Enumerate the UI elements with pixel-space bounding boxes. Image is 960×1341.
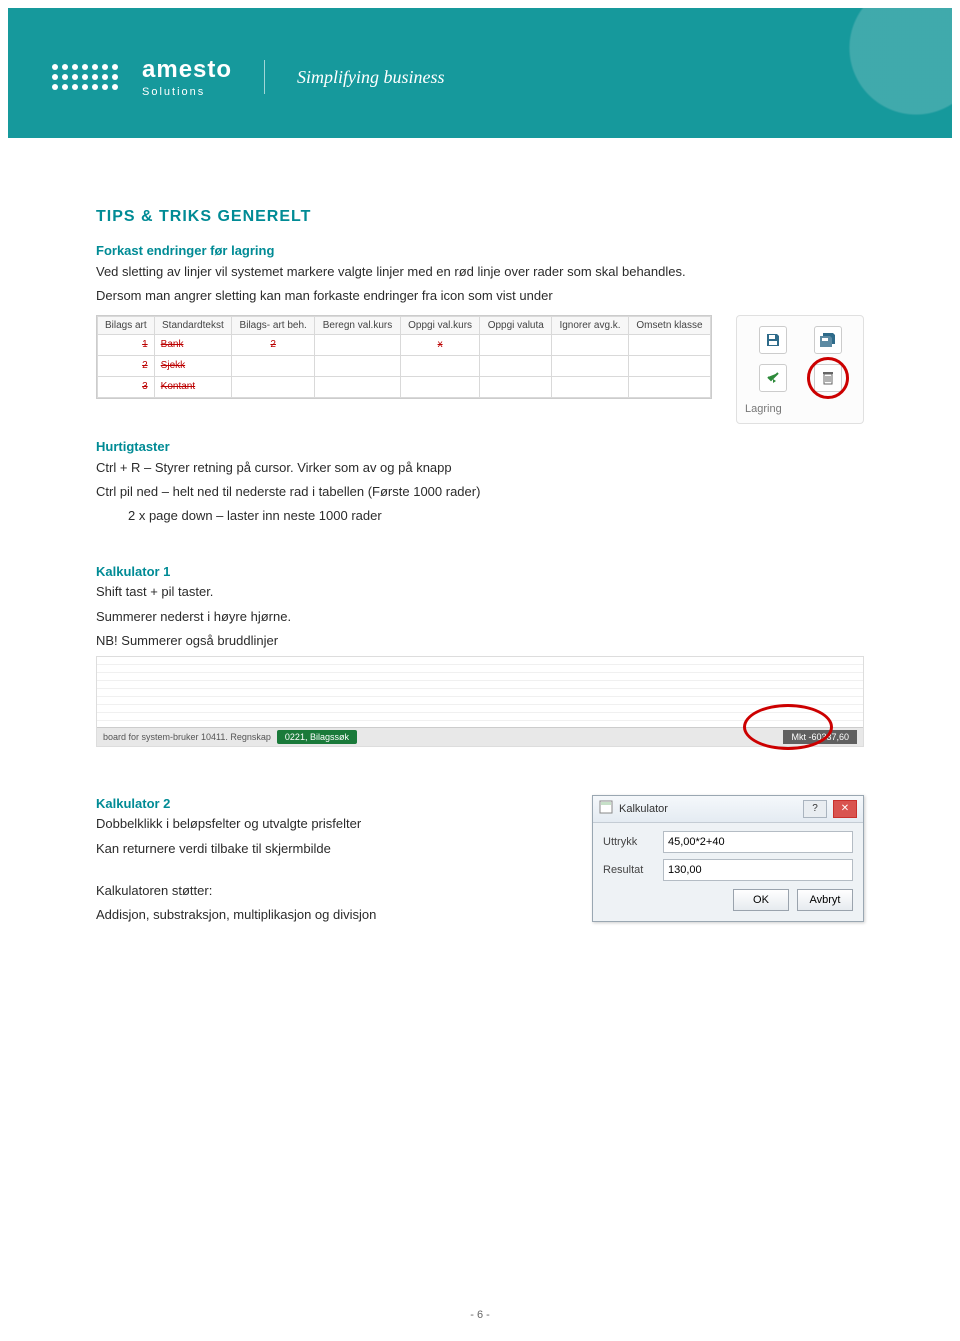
apply-down-icon[interactable] xyxy=(759,364,787,392)
lagring-label: Lagring xyxy=(745,402,855,417)
figure-table-and-icons: Bilags art Standardtekst Bilags- art beh… xyxy=(96,315,864,424)
brand-subline: Solutions xyxy=(142,86,232,98)
uttrykk-input[interactable] xyxy=(663,831,853,853)
th-standardtekst: Standardtekst xyxy=(154,316,231,334)
calculator-dialog: Kalkulator ? ✕ Uttrykk Resultat OK xyxy=(592,795,864,922)
th-beregn-valkurs: Beregn val.kurs xyxy=(315,316,400,334)
kalk1-l2: Summerer nederst i høyre hjørne. xyxy=(96,608,864,626)
section-hurtigtaster-title: Hurtigtaster xyxy=(96,438,864,456)
resultat-label: Resultat xyxy=(603,863,655,878)
discard-icon[interactable] xyxy=(814,364,842,392)
th-ignorer-avgk: Ignorer avg.k. xyxy=(552,316,629,334)
save-all-icon[interactable] xyxy=(814,326,842,354)
bilags-table: Bilags art Standardtekst Bilags- art beh… xyxy=(96,315,712,399)
hurtigtaster-l2: Ctrl pil ned – helt ned til nederste rad… xyxy=(96,483,864,501)
kalk1-l3: NB! Summerer også bruddlinjer xyxy=(96,632,864,650)
th-bilagsart-beh: Bilags- art beh. xyxy=(232,316,315,334)
table-row: 3 Kontant xyxy=(98,376,711,397)
resultat-input[interactable] xyxy=(663,859,853,881)
page-number: - 6 - xyxy=(0,1309,960,1321)
section-forkast-p2: Dersom man angrer sletting kan man forka… xyxy=(96,287,864,305)
brand-block: amesto Solutions Simplifying business xyxy=(52,56,445,98)
calculator-title: Kalkulator xyxy=(619,802,668,817)
table-row: 1 Bank 2 x xyxy=(98,334,711,355)
save-icon[interactable] xyxy=(759,326,787,354)
section-forkast-p1: Ved sletting av linjer vil systemet mark… xyxy=(96,263,864,281)
close-button[interactable]: ✕ xyxy=(833,800,857,818)
brand-dots-icon xyxy=(52,64,118,90)
brand-separator xyxy=(264,60,265,94)
th-omsetn-klasse: Omsetn klasse xyxy=(628,316,710,334)
brand-tagline: Simplifying business xyxy=(297,67,445,88)
uttrykk-label: Uttrykk xyxy=(603,835,655,850)
lagring-panel: Lagring xyxy=(736,315,864,424)
figure-statusbar: board for system-bruker 10411. Regnskap … xyxy=(96,656,864,747)
highlight-circle xyxy=(807,357,849,399)
highlight-circle xyxy=(743,704,833,750)
calculator-app-icon xyxy=(599,800,613,819)
kalk1-l1: Shift tast + pil taster. xyxy=(96,583,864,601)
table-row: 2 Sjekk xyxy=(98,355,711,376)
status-tag: 0221, Bilagssøk xyxy=(277,730,357,745)
th-oppgi-valuta: Oppgi valuta xyxy=(480,316,552,334)
th-bilagsart: Bilags art xyxy=(98,316,155,334)
header-banner: amesto Solutions Simplifying business xyxy=(8,8,952,138)
th-oppgi-valkurs: Oppgi val.kurs xyxy=(400,316,480,334)
brand-name: amesto xyxy=(142,56,232,84)
hurtigtaster-l1: Ctrl + R – Styrer retning på cursor. Vir… xyxy=(96,459,864,477)
cancel-button[interactable]: Avbryt xyxy=(797,889,853,911)
section-kalkulator1-title: Kalkulator 1 xyxy=(96,563,864,581)
help-button[interactable]: ? xyxy=(803,800,827,818)
hurtigtaster-l3: 2 x page down – laster inn neste 1000 ra… xyxy=(96,507,864,525)
section-forkast-title: Forkast endringer før lagring xyxy=(96,242,864,260)
page-title: TIPS & TRIKS GENERELT xyxy=(96,206,864,228)
status-left: board for system-bruker 10411. Regnskap xyxy=(103,731,271,744)
ok-button[interactable]: OK xyxy=(733,889,789,911)
